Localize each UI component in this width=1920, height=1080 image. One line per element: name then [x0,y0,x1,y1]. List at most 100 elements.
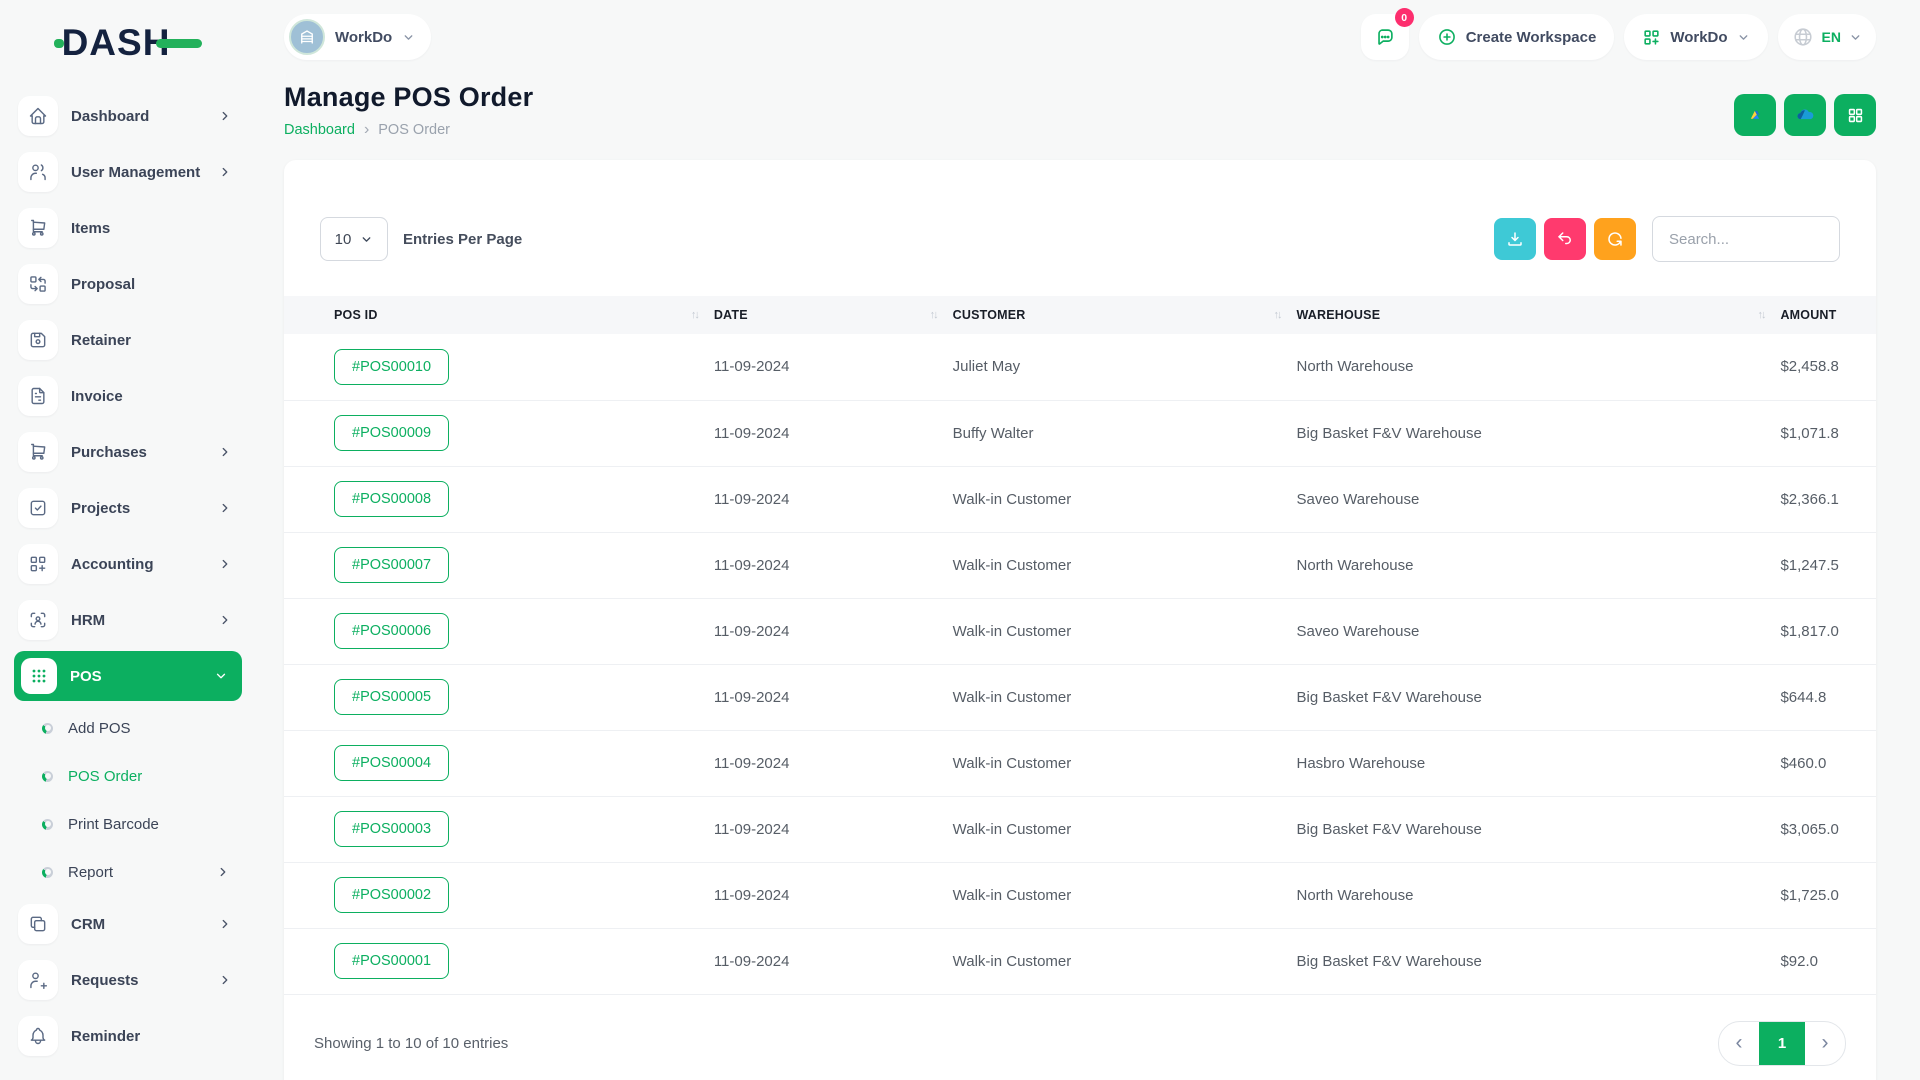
amount-cell: $1,817.0 [1780,598,1876,664]
sidebar-item-label: Projects [71,500,130,517]
main-content: WorkDo 0 Create Workspace WorkDo EN [256,0,1920,1080]
table-header-row: POS ID↑↓ DATE↑↓ CUSTOMER↑↓ WAREHOUSE↑↓ A… [284,296,1876,334]
sort-icon[interactable]: ↑↓ [930,309,937,321]
pagination-prev-button[interactable]: ‹ [1719,1022,1759,1065]
sort-icon[interactable]: ↑↓ [1757,309,1764,321]
messages-button[interactable]: 0 [1361,14,1409,60]
pagination-next-button[interactable]: › [1805,1022,1845,1065]
pos-id-link[interactable]: #POS00008 [334,481,449,517]
language-selector[interactable]: EN [1778,14,1876,60]
chevron-right-icon [218,917,232,931]
cart-icon [18,432,58,472]
pos-id-link[interactable]: #POS00007 [334,547,449,583]
pos-id-link[interactable]: #POS00003 [334,811,449,847]
export-button[interactable] [1494,218,1536,260]
sidebar-item-label: Accounting [71,556,154,573]
column-header-date[interactable]: DATE↑↓ [714,296,953,334]
date-cell: 11-09-2024 [714,862,953,928]
customer-cell: Walk-in Customer [953,466,1297,532]
pos-order-table: POS ID↑↓ DATE↑↓ CUSTOMER↑↓ WAREHOUSE↑↓ A… [284,296,1876,995]
date-cell: 11-09-2024 [714,928,953,994]
sidebar-item-purchases[interactable]: Purchases [14,424,242,480]
undo-icon [1556,230,1574,248]
breadcrumb-dashboard-link[interactable]: Dashboard [284,122,355,138]
sidebar-item-crm[interactable]: CRM [14,896,242,952]
sidebar-item-items[interactable]: Items [14,200,242,256]
sidebar-item-label: Retainer [71,332,131,349]
search-input[interactable] [1652,216,1840,262]
sidebar-item-user-management[interactable]: User Management [14,144,242,200]
sidebar-item-pos[interactable]: POS [14,651,242,701]
bell-icon [18,1016,58,1056]
sidebar-subitem-print-barcode[interactable]: Print Barcode [14,800,242,848]
sidebar-subitem-report[interactable]: Report [14,848,242,896]
pos-id-link[interactable]: #POS00009 [334,415,449,451]
sidebar-item-accounting[interactable]: Accounting [14,536,242,592]
grid-view-button[interactable] [1834,94,1876,136]
sort-icon[interactable]: ↑↓ [691,309,698,321]
workspace-switcher[interactable]: WorkDo [284,14,431,60]
reset-button[interactable] [1544,218,1586,260]
sidebar-item-invoice[interactable]: Invoice [14,368,242,424]
dash-logo[interactable]: DASH [14,14,242,72]
pos-id-link[interactable]: #POS00010 [334,349,449,385]
customer-cell: Walk-in Customer [953,730,1297,796]
entries-per-page-select[interactable]: 10 [320,217,388,261]
workspace-menu-button[interactable]: WorkDo [1624,14,1767,60]
table-row: #POS00010 11-09-2024 Juliet May North Wa… [284,334,1876,400]
sidebar-item-label: Purchases [71,444,147,461]
pos-id-link[interactable]: #POS00004 [334,745,449,781]
chevron-down-icon [1849,31,1862,44]
pos-id-link[interactable]: #POS00006 [334,613,449,649]
grid-plus-icon [18,544,58,584]
topbar-right: 0 Create Workspace WorkDo EN [1361,14,1876,60]
customer-cell: Buffy Walter [953,400,1297,466]
sidebar-item-retainer[interactable]: Retainer [14,312,242,368]
refresh-button[interactable] [1594,218,1636,260]
amount-cell: $1,071.8 [1780,400,1876,466]
sidebar-item-hrm[interactable]: HRM [14,592,242,648]
create-workspace-button[interactable]: Create Workspace [1419,14,1615,60]
pos-id-link[interactable]: #POS00001 [334,943,449,979]
replace-icon [18,264,58,304]
warehouse-cell: Saveo Warehouse [1296,466,1780,532]
table-row: #POS00004 11-09-2024 Walk-in Customer Ha… [284,730,1876,796]
column-header-amount[interactable]: AMOUNT [1780,296,1876,334]
sort-icon[interactable]: ↑↓ [1273,309,1280,321]
customer-cell: Walk-in Customer [953,928,1297,994]
sidebar-subitem-add-pos[interactable]: Add POS [14,704,242,752]
pos-id-link[interactable]: #POS00002 [334,877,449,913]
pos-id-link[interactable]: #POS00005 [334,679,449,715]
sidebar: DASH Dashboard User Management Items [0,0,256,1080]
customer-cell: Walk-in Customer [953,862,1297,928]
date-cell: 11-09-2024 [714,532,953,598]
customer-cell: Walk-in Customer [953,664,1297,730]
sidebar-item-requests[interactable]: Requests [14,952,242,1008]
sidebar-item-proposal[interactable]: Proposal [14,256,242,312]
header-actions [1734,94,1876,136]
amount-cell: $644.8 [1780,664,1876,730]
sidebar-item-reminder[interactable]: Reminder [14,1008,242,1064]
chevron-right-icon [218,501,232,515]
breadcrumb-current: POS Order [378,122,450,138]
breadcrumb: Dashboard › POS Order [284,122,533,138]
onedrive-button[interactable] [1784,94,1826,136]
sidebar-subitem-label: POS Order [68,768,142,785]
pos-order-card: 10 Entries Per Page POS [284,160,1876,1080]
chevron-right-icon [216,865,230,879]
google-drive-button[interactable] [1734,94,1776,136]
amount-cell: $1,725.0 [1780,862,1876,928]
plus-circle-icon [1437,27,1457,47]
sidebar-item-projects[interactable]: Projects [14,480,242,536]
warehouse-cell: Big Basket F&V Warehouse [1296,664,1780,730]
column-header-warehouse[interactable]: WAREHOUSE↑↓ [1296,296,1780,334]
table-row: #POS00008 11-09-2024 Walk-in Customer Sa… [284,466,1876,532]
column-header-customer[interactable]: CUSTOMER↑↓ [953,296,1297,334]
warehouse-cell: Saveo Warehouse [1296,598,1780,664]
column-header-pos-id[interactable]: POS ID↑↓ [284,296,714,334]
pagination-page-1[interactable]: 1 [1759,1022,1805,1065]
sidebar-item-dashboard[interactable]: Dashboard [14,88,242,144]
warehouse-cell: Big Basket F&V Warehouse [1296,928,1780,994]
bullet-icon [42,723,53,734]
sidebar-subitem-pos-order[interactable]: POS Order [14,752,242,800]
